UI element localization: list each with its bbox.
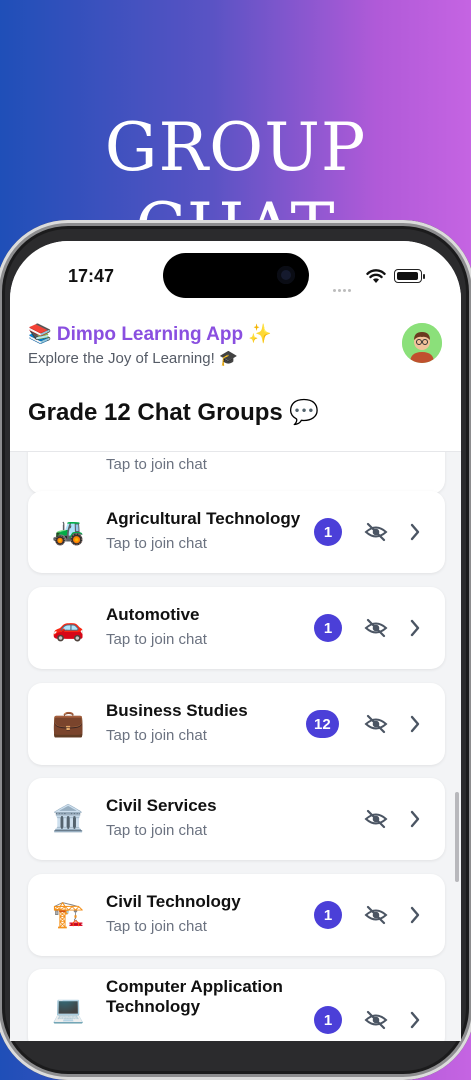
signal-icon — [333, 279, 353, 297]
chevron-right-icon[interactable] — [408, 904, 422, 926]
group-list[interactable]: Tap to join chat 🚜 Agricultural Technolo… — [10, 452, 461, 1041]
crane-icon: 🏗️ — [52, 899, 85, 929]
group-name: Automotive — [106, 605, 200, 624]
group-card-computer-application-technology[interactable]: 💻 Computer Application Technology 1 — [28, 969, 445, 1041]
group-name: Computer Application Technology — [106, 977, 283, 1016]
app-tagline: Explore the Joy of Learning! 🎓 — [28, 350, 238, 367]
status-time: 17:47 — [68, 266, 115, 286]
group-subtitle: Tap to join chat — [106, 456, 207, 473]
avatar-icon — [402, 323, 442, 363]
dynamic-island — [163, 253, 309, 298]
status-bar: 17:47 — [10, 241, 461, 316]
eye-off-icon[interactable] — [364, 713, 388, 735]
group-card-civil-services[interactable]: 🏛️ Civil Services Tap to join chat — [28, 778, 445, 860]
group-name: Business Studies — [106, 701, 248, 720]
group-subtitle: Tap to join chat — [106, 727, 207, 744]
group-name: Agricultural Technology — [106, 509, 301, 528]
group-subtitle: Tap to join chat — [106, 631, 207, 648]
chevron-right-icon[interactable] — [408, 617, 422, 639]
eye-off-icon[interactable] — [364, 808, 388, 830]
group-card-partial[interactable]: Tap to join chat — [28, 452, 445, 494]
group-card-business-studies[interactable]: 💼 Business Studies Tap to join chat 12 — [28, 683, 445, 765]
wifi-icon — [366, 269, 386, 283]
chevron-right-icon[interactable] — [408, 808, 422, 830]
unread-badge: 1 — [314, 1006, 342, 1034]
group-card-civil-technology[interactable]: 🏗️ Civil Technology Tap to join chat 1 — [28, 874, 445, 956]
unread-badge: 1 — [314, 901, 342, 929]
tractor-icon: 🚜 — [52, 516, 85, 546]
eye-off-icon[interactable] — [364, 521, 388, 543]
group-subtitle: Tap to join chat — [106, 918, 207, 935]
unread-badge: 12 — [306, 710, 339, 738]
classical-building-icon: 🏛️ — [52, 803, 85, 833]
group-card-automotive[interactable]: 🚗 Automotive Tap to join chat 1 — [28, 587, 445, 669]
eye-off-icon[interactable] — [364, 1009, 388, 1031]
group-name: Civil Technology — [106, 892, 241, 911]
briefcase-icon: 💼 — [52, 708, 85, 738]
app-name: 📚 Dimpo Learning App ✨ — [28, 324, 272, 345]
battery-icon — [394, 269, 425, 283]
chevron-right-icon[interactable] — [408, 713, 422, 735]
unread-badge: 1 — [314, 518, 342, 546]
car-icon: 🚗 — [52, 612, 85, 642]
page-title-bar: Grade 12 Chat Groups 💬 — [10, 376, 461, 452]
group-subtitle: Tap to join chat — [106, 535, 207, 552]
unread-badge: 1 — [314, 614, 342, 642]
laptop-icon: 💻 — [52, 994, 85, 1024]
phone-screen: 17:47 📚 Dimpo Learning App ✨ Explore the… — [10, 241, 461, 1041]
avatar[interactable] — [402, 323, 442, 363]
camera-icon — [277, 266, 295, 284]
group-card-agricultural-technology[interactable]: 🚜 Agricultural Technology Tap to join ch… — [28, 491, 445, 573]
app-header: 📚 Dimpo Learning App ✨ Explore the Joy o… — [10, 316, 461, 376]
chevron-right-icon[interactable] — [408, 521, 422, 543]
eye-off-icon[interactable] — [364, 904, 388, 926]
group-name: Civil Services — [106, 796, 217, 815]
chevron-right-icon[interactable] — [408, 1009, 422, 1031]
scrollbar[interactable] — [455, 792, 459, 882]
eye-off-icon[interactable] — [364, 617, 388, 639]
page-title: Grade 12 Chat Groups 💬 — [28, 399, 320, 426]
group-subtitle: Tap to join chat — [106, 822, 207, 839]
